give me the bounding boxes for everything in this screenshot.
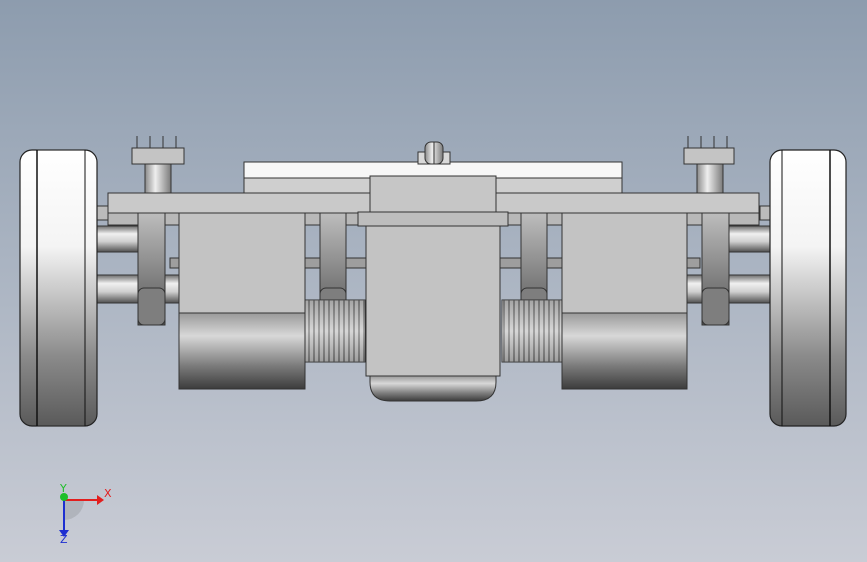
robot-chassis-model[interactable]: X Y Z — [0, 0, 867, 562]
center-caster-mount[interactable] — [417, 141, 451, 165]
right-wheel[interactable] — [769, 149, 847, 427]
left-wheel[interactable] — [19, 149, 98, 427]
right-gear[interactable] — [501, 299, 563, 363]
graphics-viewport[interactable]: X Y Z — [0, 0, 867, 562]
right-motor[interactable] — [561, 212, 688, 390]
left-post[interactable] — [131, 136, 185, 195]
center-gearbox[interactable] — [357, 175, 509, 402]
z-axis-label: Z — [60, 533, 68, 546]
y-axis-label: Y — [59, 482, 67, 495]
left-gear[interactable] — [304, 299, 366, 363]
left-motor[interactable] — [178, 212, 306, 390]
triad-shadow — [64, 500, 84, 520]
x-arrow-head — [97, 495, 104, 505]
right-post[interactable] — [683, 136, 735, 195]
x-axis-label: X — [104, 487, 112, 500]
coordinate-triad: X Y Z — [59, 482, 112, 546]
